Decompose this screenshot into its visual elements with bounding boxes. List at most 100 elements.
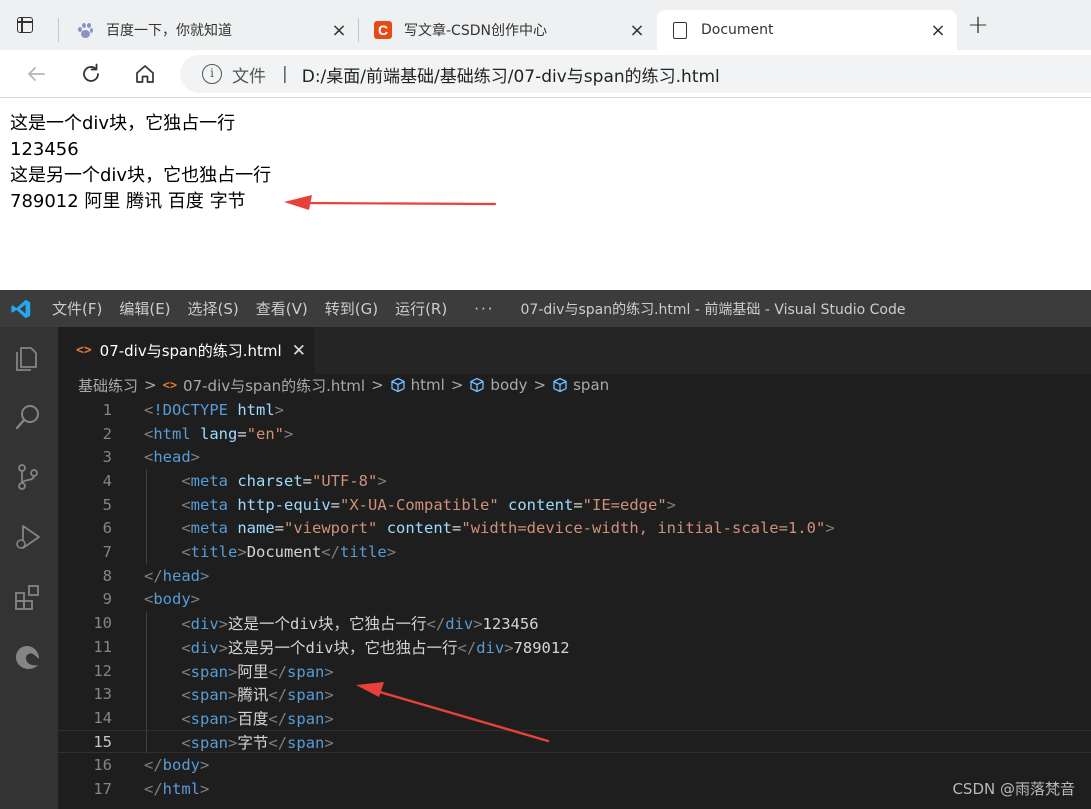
code-token: html: [153, 424, 191, 443]
code-token: span: [190, 709, 228, 728]
address-scheme-label: 文件: [232, 66, 266, 87]
code-token: meta: [190, 519, 228, 538]
source-control-icon[interactable]: [12, 461, 44, 493]
tab-title: Document: [701, 22, 774, 38]
code-token: "en": [246, 424, 285, 443]
back-button[interactable]: [22, 60, 50, 88]
close-icon[interactable]: ✕: [292, 341, 306, 361]
line-number: 5: [102, 495, 112, 514]
code-token: html: [237, 400, 275, 419]
address-url[interactable]: D:/桌面/前端基础/基础练习/07-div与span的练习.html: [302, 62, 720, 87]
code-token: head: [153, 448, 191, 467]
menu-file[interactable]: 文件(F): [52, 298, 102, 319]
code-line: 3 <head>: [58, 445, 1091, 469]
line-number: 17: [93, 780, 112, 799]
code-token: meta: [190, 471, 228, 490]
home-icon: [136, 65, 154, 83]
code-token: 腾讯: [237, 686, 269, 705]
menu-more[interactable]: ···: [474, 300, 494, 318]
code-token: name: [237, 519, 275, 538]
code-token: div: [445, 615, 474, 634]
code-token: head: [162, 566, 200, 585]
code-token: span: [190, 662, 228, 681]
page-line: 123456: [10, 139, 79, 160]
code-token: 789012: [513, 638, 570, 657]
page-line: 这是一个div块，它独占一行: [10, 113, 236, 134]
refresh-icon: [83, 63, 99, 82]
code-token: title: [340, 543, 387, 562]
line-number: 10: [93, 614, 112, 633]
code-editor[interactable]: 1 <!DOCTYPE html> 2 <html lang="en"> 3 <…: [58, 398, 1091, 809]
code-token: "width=device-width, initial-scale=1.0": [461, 519, 826, 538]
code-token: content: [386, 519, 453, 538]
code-token: html: [162, 780, 200, 799]
breadcrumb-folder[interactable]: 基础练习: [78, 375, 138, 396]
symbol-cube-icon: [470, 377, 485, 393]
code-line: 4 <meta charset="UTF-8">: [58, 469, 1091, 493]
page-line: 这是另一个div块，它也独占一行: [10, 165, 272, 186]
edge-browser-icon[interactable]: [12, 641, 44, 673]
back-arrow-icon: [28, 67, 45, 81]
extensions-icon[interactable]: [12, 581, 44, 613]
code-token: span: [190, 686, 228, 705]
line-number: 11: [93, 637, 112, 656]
menu-run[interactable]: 运行(R): [395, 298, 447, 319]
refresh-button[interactable]: [77, 60, 105, 88]
menu-go[interactable]: 转到(G): [325, 298, 378, 319]
search-icon[interactable]: [12, 401, 44, 433]
breadcrumb-symbol-body[interactable]: body: [490, 376, 527, 394]
tab-separator: [58, 18, 59, 42]
tab-close-icon[interactable]: ×: [330, 20, 348, 41]
code-token: meta: [190, 495, 228, 514]
code-token: 百度: [237, 709, 269, 728]
vscode-window: 文件(F) 编辑(E) 选择(S) 查看(V) 转到(G) 运行(R) ··· …: [0, 290, 1091, 809]
menu-view[interactable]: 查看(V): [256, 298, 308, 319]
code-token: charset: [237, 471, 303, 490]
line-number: 1: [102, 400, 112, 419]
editor-tab[interactable]: <> 07-div与span的练习.html ✕: [58, 327, 314, 374]
site-info-icon[interactable]: i: [202, 64, 222, 84]
new-tab-button[interactable]: +: [966, 12, 990, 38]
breadcrumb-separator: >: [533, 376, 547, 394]
code-token: span: [287, 686, 325, 705]
editor-tab-title: 07-div与span的练习.html: [99, 342, 282, 360]
browser-tab-csdn[interactable]: C 写文章-CSDN创作中心 ×: [360, 10, 656, 50]
browser-tab-document[interactable]: Document ×: [657, 10, 957, 50]
code-line: 16 </body>: [58, 754, 1091, 778]
code-token: "X-UA-Compatible": [340, 495, 499, 514]
browser-toolbar: i 文件 | D:/桌面/前端基础/基础练习/07-div与span的练习.ht…: [0, 50, 1091, 98]
menu-edit[interactable]: 编辑(E): [119, 298, 170, 319]
menu-selection[interactable]: 选择(S): [188, 298, 239, 319]
code-token: 这是一个div块，它独占一行: [228, 615, 427, 634]
tab-close-icon[interactable]: ×: [628, 20, 646, 41]
breadcrumb-symbol-span[interactable]: span: [573, 376, 609, 394]
code-token: div: [190, 638, 219, 657]
code-line: 6 <meta name="viewport" content="width=d…: [58, 517, 1091, 541]
breadcrumb-file[interactable]: 07-div与span的练习.html: [183, 375, 365, 396]
tab-actions-icon[interactable]: [14, 14, 36, 36]
breadcrumb: 基础练习 > <> 07-div与span的练习.html > html > b…: [78, 374, 609, 396]
code-line: 12 <span>阿里</span>: [58, 659, 1091, 683]
code-line-current: 15 <span>字节</span>: [58, 729, 1091, 754]
line-number: 3: [102, 448, 112, 467]
run-debug-icon[interactable]: [12, 521, 44, 553]
window-title: 07-div与span的练习.html - 前端基础 - Visual Stud…: [520, 301, 906, 318]
tab-close-icon[interactable]: ×: [929, 20, 947, 41]
line-number: 6: [102, 519, 112, 538]
code-line: 1 <!DOCTYPE html>: [58, 398, 1091, 422]
breadcrumb-symbol-html[interactable]: html: [411, 376, 445, 394]
line-number: 9: [102, 590, 112, 609]
line-number: 12: [93, 661, 112, 680]
code-line: 13 <span>腾讯</span>: [58, 682, 1091, 706]
code-token: 123456: [482, 615, 539, 634]
tab-separator: [358, 18, 359, 42]
explorer-icon[interactable]: [12, 341, 44, 373]
code-line: 11 <div>这是另一个div块，它也独占一行</div>789012: [58, 635, 1091, 659]
address-bar[interactable]: i 文件 | D:/桌面/前端基础/基础练习/07-div与span的练习.ht…: [180, 55, 1091, 93]
address-separator: |: [282, 64, 288, 84]
code-token: "UTF-8": [312, 471, 378, 490]
browser-tab-baidu[interactable]: 百度一下，你就知道 ×: [62, 10, 358, 50]
home-button[interactable]: [131, 60, 159, 88]
baidu-paw-icon: [76, 21, 94, 39]
page-content: 这是一个div块，它独占一行 123456 这是另一个div块，它也独占一行 7…: [0, 99, 1091, 290]
